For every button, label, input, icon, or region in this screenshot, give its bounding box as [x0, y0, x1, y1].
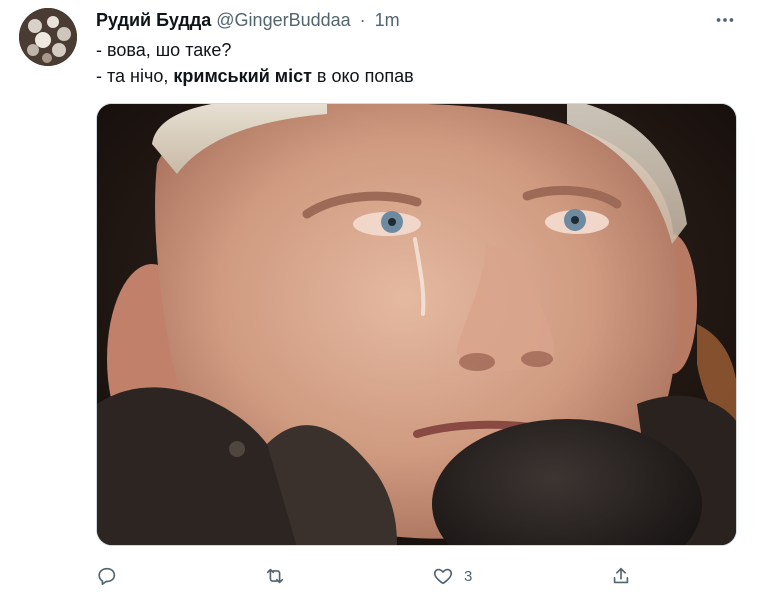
tweet: Рудий Будда @GingerBuddaa · 1m - вова, ш… [0, 0, 757, 600]
tweet-actions: 3 [96, 562, 656, 590]
like-count: 3 [464, 567, 473, 585]
tweet-line-2-prefix: - та нічо, [96, 66, 174, 86]
reply-icon [98, 567, 116, 586]
more-icon [716, 18, 734, 22]
photo-image [97, 104, 736, 545]
tweet-line-2: - та нічо, кримський міст в око попав [96, 63, 414, 89]
tweet-line-2-bold: кримський міст [173, 66, 312, 86]
more-button[interactable] [713, 8, 737, 32]
author-display-name[interactable]: Рудий Будда [96, 10, 211, 30]
tweet-photo[interactable] [96, 103, 737, 546]
share-icon [613, 567, 629, 584]
avatar[interactable] [19, 8, 77, 66]
share-button[interactable] [610, 562, 642, 590]
tweet-header: Рудий Будда @GingerBuddaa · 1m [96, 9, 400, 31]
like-button[interactable]: 3 [432, 562, 472, 590]
retweet-button[interactable] [264, 562, 296, 590]
timestamp[interactable]: 1m [375, 10, 400, 30]
retweet-icon [266, 568, 284, 584]
tweet-text: - вова, шо таке? - та нічо, кримський мі… [96, 37, 414, 89]
author-handle[interactable]: @GingerBuddaa [216, 10, 350, 30]
tweet-line-1: - вова, шо таке? [96, 40, 232, 60]
header-separator: · [359, 10, 366, 30]
reply-button[interactable] [96, 562, 128, 590]
avatar-image [19, 8, 77, 66]
tweet-line-2-suffix: в око попав [311, 66, 414, 86]
heart-icon [433, 568, 453, 585]
